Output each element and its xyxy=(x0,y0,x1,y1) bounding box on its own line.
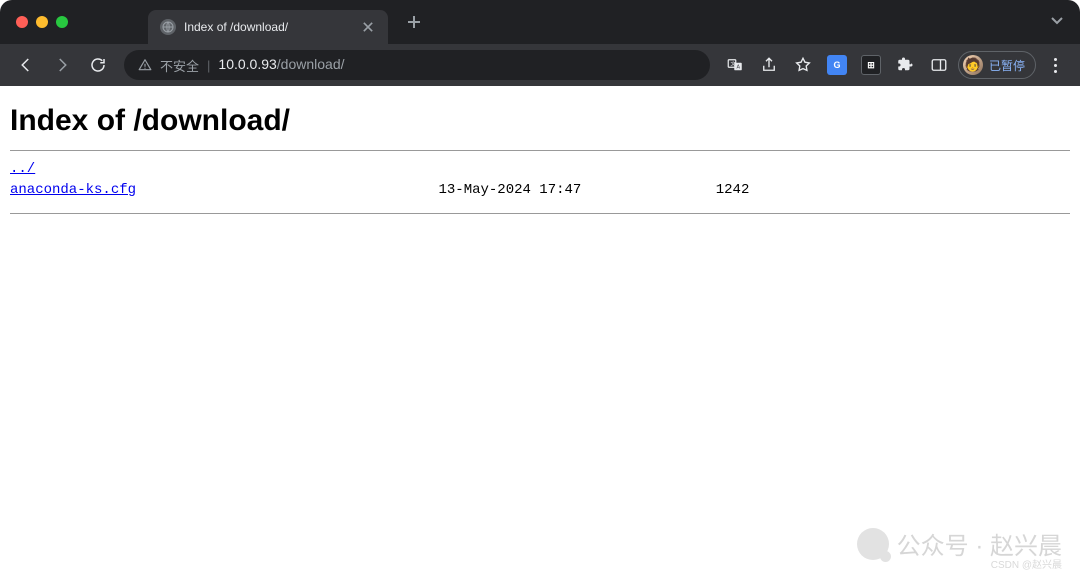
side-panel-icon[interactable] xyxy=(924,50,954,80)
minimize-window-button[interactable] xyxy=(36,16,48,28)
address-bar[interactable]: 不安全 | 10.0.0.93/download/ xyxy=(124,50,710,80)
tab-title: Index of /download/ xyxy=(184,20,352,34)
url-text: 10.0.0.93/download/ xyxy=(218,56,344,74)
url-path: /download/ xyxy=(277,56,345,72)
divider xyxy=(10,213,1070,214)
share-icon[interactable] xyxy=(754,50,784,80)
window-controls xyxy=(16,16,68,28)
profile-status-label: 已暂停 xyxy=(989,57,1025,74)
browser-window: Index of /download/ 不安全 | 10.0.0.9 xyxy=(0,0,1080,573)
divider xyxy=(10,150,1070,151)
maximize-window-button[interactable] xyxy=(56,16,68,28)
translate-page-icon[interactable]: 文A xyxy=(720,50,750,80)
page-heading: Index of /download/ xyxy=(10,104,1070,138)
file-date: 13-May-2024 17:47 xyxy=(438,182,581,198)
extension-icon[interactable]: ⊞ xyxy=(856,50,886,80)
watermark-sub: CSDN @赵兴晨 xyxy=(991,556,1062,571)
tab-search-button[interactable] xyxy=(1050,13,1064,32)
parent-directory-link[interactable]: ../ xyxy=(10,161,35,177)
forward-button[interactable] xyxy=(46,49,78,81)
extensions-puzzle-icon[interactable] xyxy=(890,50,920,80)
warning-icon xyxy=(138,58,152,72)
browser-toolbar: 不安全 | 10.0.0.93/download/ 文A G ⊞ xyxy=(0,44,1080,86)
tab-strip: Index of /download/ xyxy=(0,0,1080,44)
file-size: 1242 xyxy=(716,182,750,198)
file-link[interactable]: anaconda-ks.cfg xyxy=(10,182,136,198)
close-tab-button[interactable] xyxy=(360,19,376,35)
url-host: 10.0.0.93 xyxy=(218,56,276,72)
globe-icon xyxy=(160,19,176,35)
avatar-icon: 🧑 xyxy=(963,55,983,75)
back-button[interactable] xyxy=(10,49,42,81)
toolbar-actions: 文A G ⊞ 🧑 已暂停 xyxy=(720,50,1070,80)
directory-listing: ../ anaconda-ks.cfg 13-May-2024 17:47 12… xyxy=(10,159,1070,201)
profile-button[interactable]: 🧑 已暂停 xyxy=(958,51,1036,79)
separator: | xyxy=(207,58,210,73)
insecure-label: 不安全 xyxy=(160,56,199,75)
page-content: Index of /download/ ../ anaconda-ks.cfg … xyxy=(0,86,1080,573)
reload-button[interactable] xyxy=(82,49,114,81)
browser-tab[interactable]: Index of /download/ xyxy=(148,10,388,44)
kebab-menu-button[interactable] xyxy=(1040,50,1070,80)
new-tab-button[interactable] xyxy=(400,8,428,36)
close-window-button[interactable] xyxy=(16,16,28,28)
bookmark-star-icon[interactable] xyxy=(788,50,818,80)
google-translate-extension-icon[interactable]: G xyxy=(822,50,852,80)
svg-text:A: A xyxy=(736,64,740,70)
